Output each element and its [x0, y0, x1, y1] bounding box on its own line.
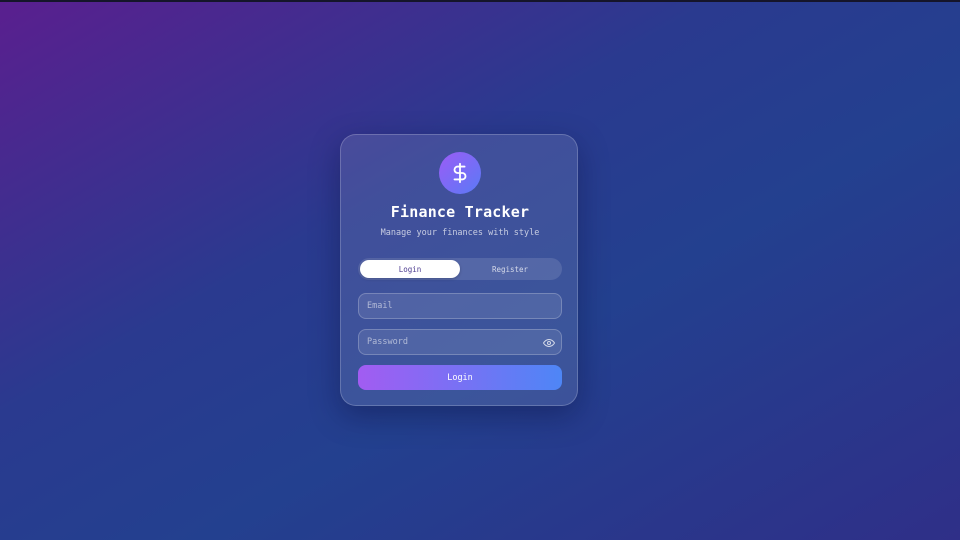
app-logo	[439, 152, 481, 194]
password-field[interactable]	[359, 330, 561, 354]
auth-tabs: Login Register	[358, 258, 562, 280]
tab-login[interactable]: Login	[360, 260, 460, 278]
email-field-wrapper	[358, 293, 562, 319]
login-button[interactable]: Login	[358, 365, 562, 390]
app-title: Finance Tracker	[390, 203, 530, 221]
app-subtitle: Manage your finances with style	[380, 228, 540, 238]
window-top-border	[0, 0, 960, 2]
login-card: Finance Tracker Manage your finances wit…	[340, 134, 578, 406]
dollar-sign-icon	[453, 162, 467, 184]
password-field-wrapper	[358, 329, 562, 355]
email-field[interactable]	[359, 294, 561, 318]
tab-register[interactable]: Register	[460, 260, 560, 278]
eye-icon[interactable]	[543, 337, 555, 349]
